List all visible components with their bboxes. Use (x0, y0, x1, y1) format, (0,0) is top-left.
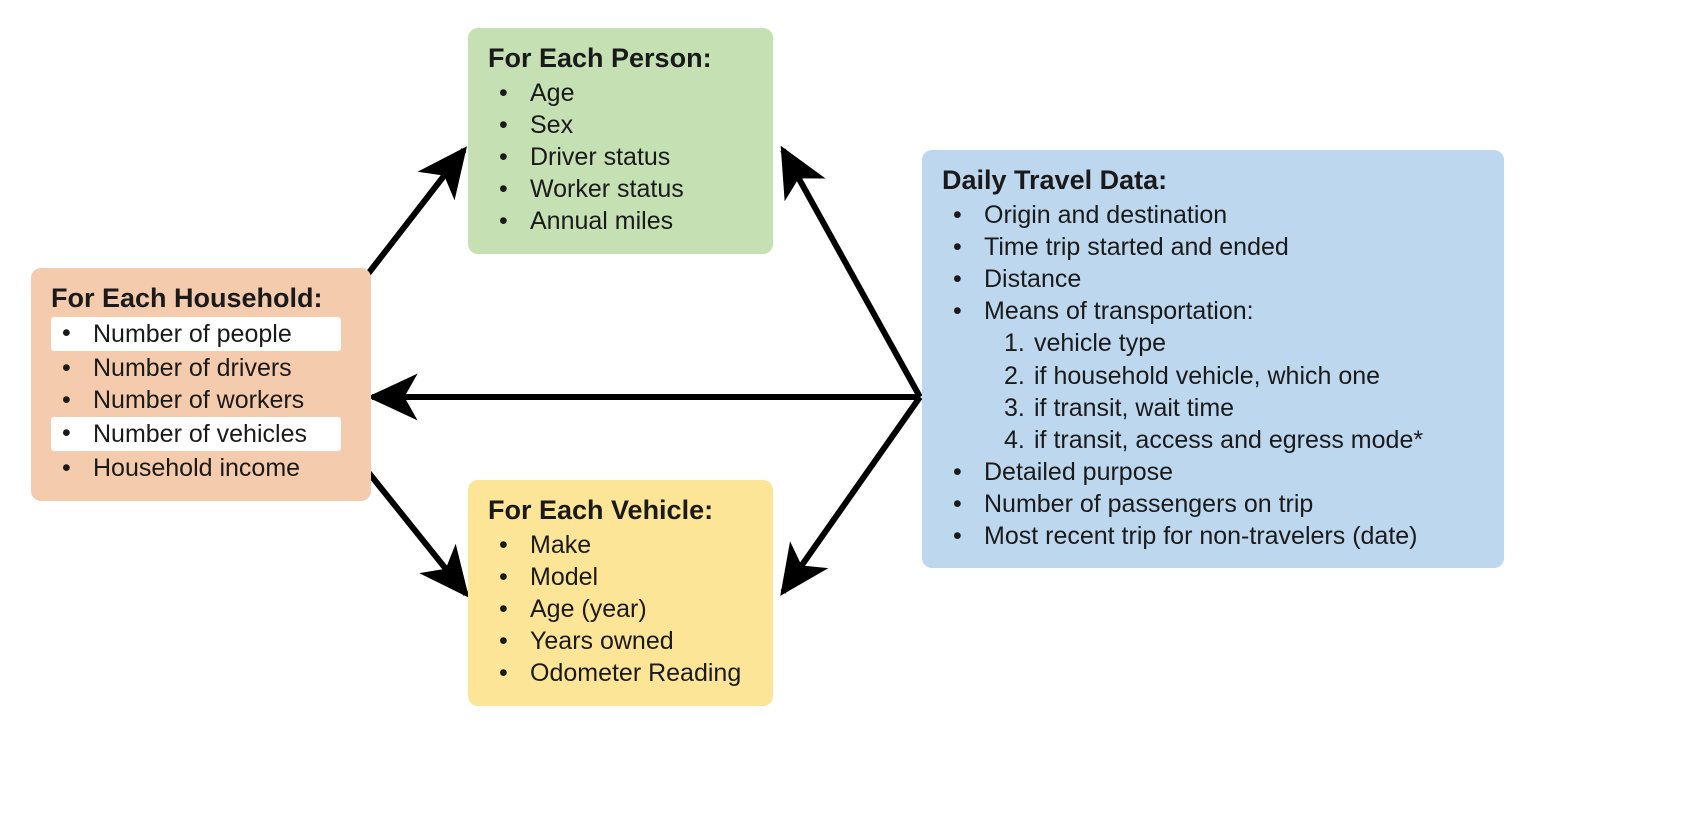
bullet-icon: • (62, 419, 71, 448)
list-item[interactable]: • Worker status (488, 173, 755, 205)
bullet-icon: • (953, 490, 962, 519)
bullet-icon: • (953, 233, 962, 262)
connector-travel-vehicle (780, 395, 923, 596)
list-item[interactable]: • Number of drivers (51, 352, 353, 384)
sublist-item[interactable]: 3. if transit, wait time (942, 392, 1486, 424)
sublist-item-label: vehicle type (1034, 329, 1167, 358)
node-for-each-vehicle[interactable]: For Each Vehicle: • Make • Model • Age (… (468, 480, 773, 706)
list-item-label: Make (530, 530, 592, 559)
list-item-label: Age (530, 78, 575, 107)
list-item[interactable]: • Age (488, 77, 755, 109)
bullet-icon: • (953, 297, 962, 326)
bullet-icon: • (953, 457, 962, 486)
bullet-icon: • (499, 627, 508, 656)
node-for-each-person[interactable]: For Each Person: • Age • Sex • Driver st… (468, 28, 773, 254)
list-item-label: Means of transportation: (984, 297, 1254, 326)
bullet-icon: • (499, 563, 508, 592)
sublist-item[interactable]: 2. if household vehicle, which one (942, 360, 1486, 392)
bullet-icon: • (62, 354, 71, 383)
node-title-travel: Daily Travel Data: (942, 165, 1168, 195)
list-item-label: Detailed purpose (984, 457, 1174, 486)
list-item[interactable]: • Number of people (51, 316, 341, 352)
sublist-item-number: 3. (1004, 393, 1025, 422)
bullet-list-travel: • Origin and destination • Time trip sta… (942, 199, 1486, 328)
bullet-icon: • (499, 530, 508, 559)
list-item-label: Most recent trip for non-travelers (date… (984, 522, 1418, 551)
list-item[interactable]: • Number of workers (51, 384, 353, 416)
list-item-label: Number of drivers (93, 354, 292, 383)
list-item[interactable]: • Sex (488, 109, 755, 141)
list-item-label: Time trip started and ended (984, 233, 1289, 262)
sublist-item-number: 4. (1004, 425, 1025, 454)
sublist-item-label: if household vehicle, which one (1034, 361, 1381, 390)
list-item-label: Origin and destination (984, 200, 1228, 229)
node-for-each-household[interactable]: For Each Household: • Number of people •… (31, 268, 371, 501)
node-daily-travel-data[interactable]: Daily Travel Data: • Origin and destinat… (922, 150, 1504, 569)
sublist-item[interactable]: 1. vehicle type (942, 327, 1486, 359)
list-item-label: Age (year) (530, 595, 647, 624)
list-item[interactable]: • Years owned (488, 625, 755, 657)
numbered-sublist-means-of-transportation: 1. vehicle type 2. if household vehicle,… (942, 327, 1486, 456)
bullet-icon: • (499, 143, 508, 172)
list-item[interactable]: • Detailed purpose (942, 456, 1486, 488)
list-item[interactable]: • Distance (942, 263, 1486, 295)
bullet-icon: • (499, 78, 508, 107)
bullet-icon: • (953, 200, 962, 229)
list-item-label: Number of passengers on trip (984, 490, 1314, 519)
bullet-list-household: • Number of people • Number of drivers •… (51, 316, 353, 485)
sublist-item-label: if transit, wait time (1034, 393, 1235, 422)
bullet-list-vehicle: • Make • Model • Age (year) • Years owne… (488, 529, 755, 690)
list-item[interactable]: • Most recent trip for non-travelers (da… (942, 520, 1486, 552)
list-item[interactable]: • Number of vehicles (51, 417, 341, 452)
connector-travel-person (780, 145, 923, 399)
bullet-icon: • (62, 318, 71, 347)
list-item[interactable]: • Time trip started and ended (942, 231, 1486, 263)
list-item[interactable]: • Origin and destination (942, 199, 1486, 231)
bullet-icon: • (499, 595, 508, 624)
list-item[interactable]: • Model (488, 561, 755, 593)
list-item[interactable]: • Make (488, 529, 755, 561)
node-title-person: For Each Person: (488, 43, 712, 73)
bullet-icon: • (953, 522, 962, 551)
list-item[interactable]: • Annual miles (488, 205, 755, 237)
list-item-label: Number of workers (93, 386, 305, 415)
list-item-label: Number of vehicles (93, 420, 307, 449)
sublist-item-label: if transit, access and egress mode* (1034, 425, 1424, 454)
list-item-label: Years owned (530, 627, 674, 656)
node-title-household: For Each Household: (51, 283, 323, 313)
list-item-label: Driver status (530, 143, 671, 172)
list-item[interactable]: • Number of passengers on trip (942, 488, 1486, 520)
bullet-icon: • (62, 454, 71, 483)
bullet-icon: • (953, 265, 962, 294)
sublist-item[interactable]: 4. if transit, access and egress mode* (942, 424, 1486, 456)
bullet-list-travel-tail: • Detailed purpose • Number of passenger… (942, 456, 1486, 552)
bullet-icon: • (499, 111, 508, 140)
bullet-icon: • (499, 175, 508, 204)
node-title-vehicle: For Each Vehicle: (488, 495, 714, 525)
list-item-label: Distance (984, 265, 1082, 294)
sublist-item-number: 2. (1004, 361, 1025, 390)
list-item-label: Annual miles (530, 207, 674, 236)
bullet-icon: • (62, 386, 71, 415)
list-item-label: Odometer Reading (530, 659, 742, 688)
list-item-label: Household income (93, 454, 301, 483)
diagram-canvas: For Each Household: • Number of people •… (0, 0, 1700, 822)
list-item-label: Model (530, 563, 599, 592)
list-item-label: Worker status (530, 175, 684, 204)
sublist-item-number: 1. (1004, 329, 1025, 358)
list-item[interactable]: • Driver status (488, 141, 755, 173)
list-item[interactable]: • Means of transportation: (942, 295, 1486, 327)
list-item[interactable]: • Age (year) (488, 593, 755, 625)
bullet-icon: • (499, 207, 508, 236)
list-item[interactable]: • Odometer Reading (488, 657, 755, 689)
list-item[interactable]: • Household income (51, 452, 353, 484)
list-item-label: Number of people (93, 319, 292, 348)
bullet-icon: • (499, 659, 508, 688)
list-item-label: Sex (530, 111, 574, 140)
bullet-list-person: • Age • Sex • Driver status • Worker sta… (488, 77, 755, 238)
